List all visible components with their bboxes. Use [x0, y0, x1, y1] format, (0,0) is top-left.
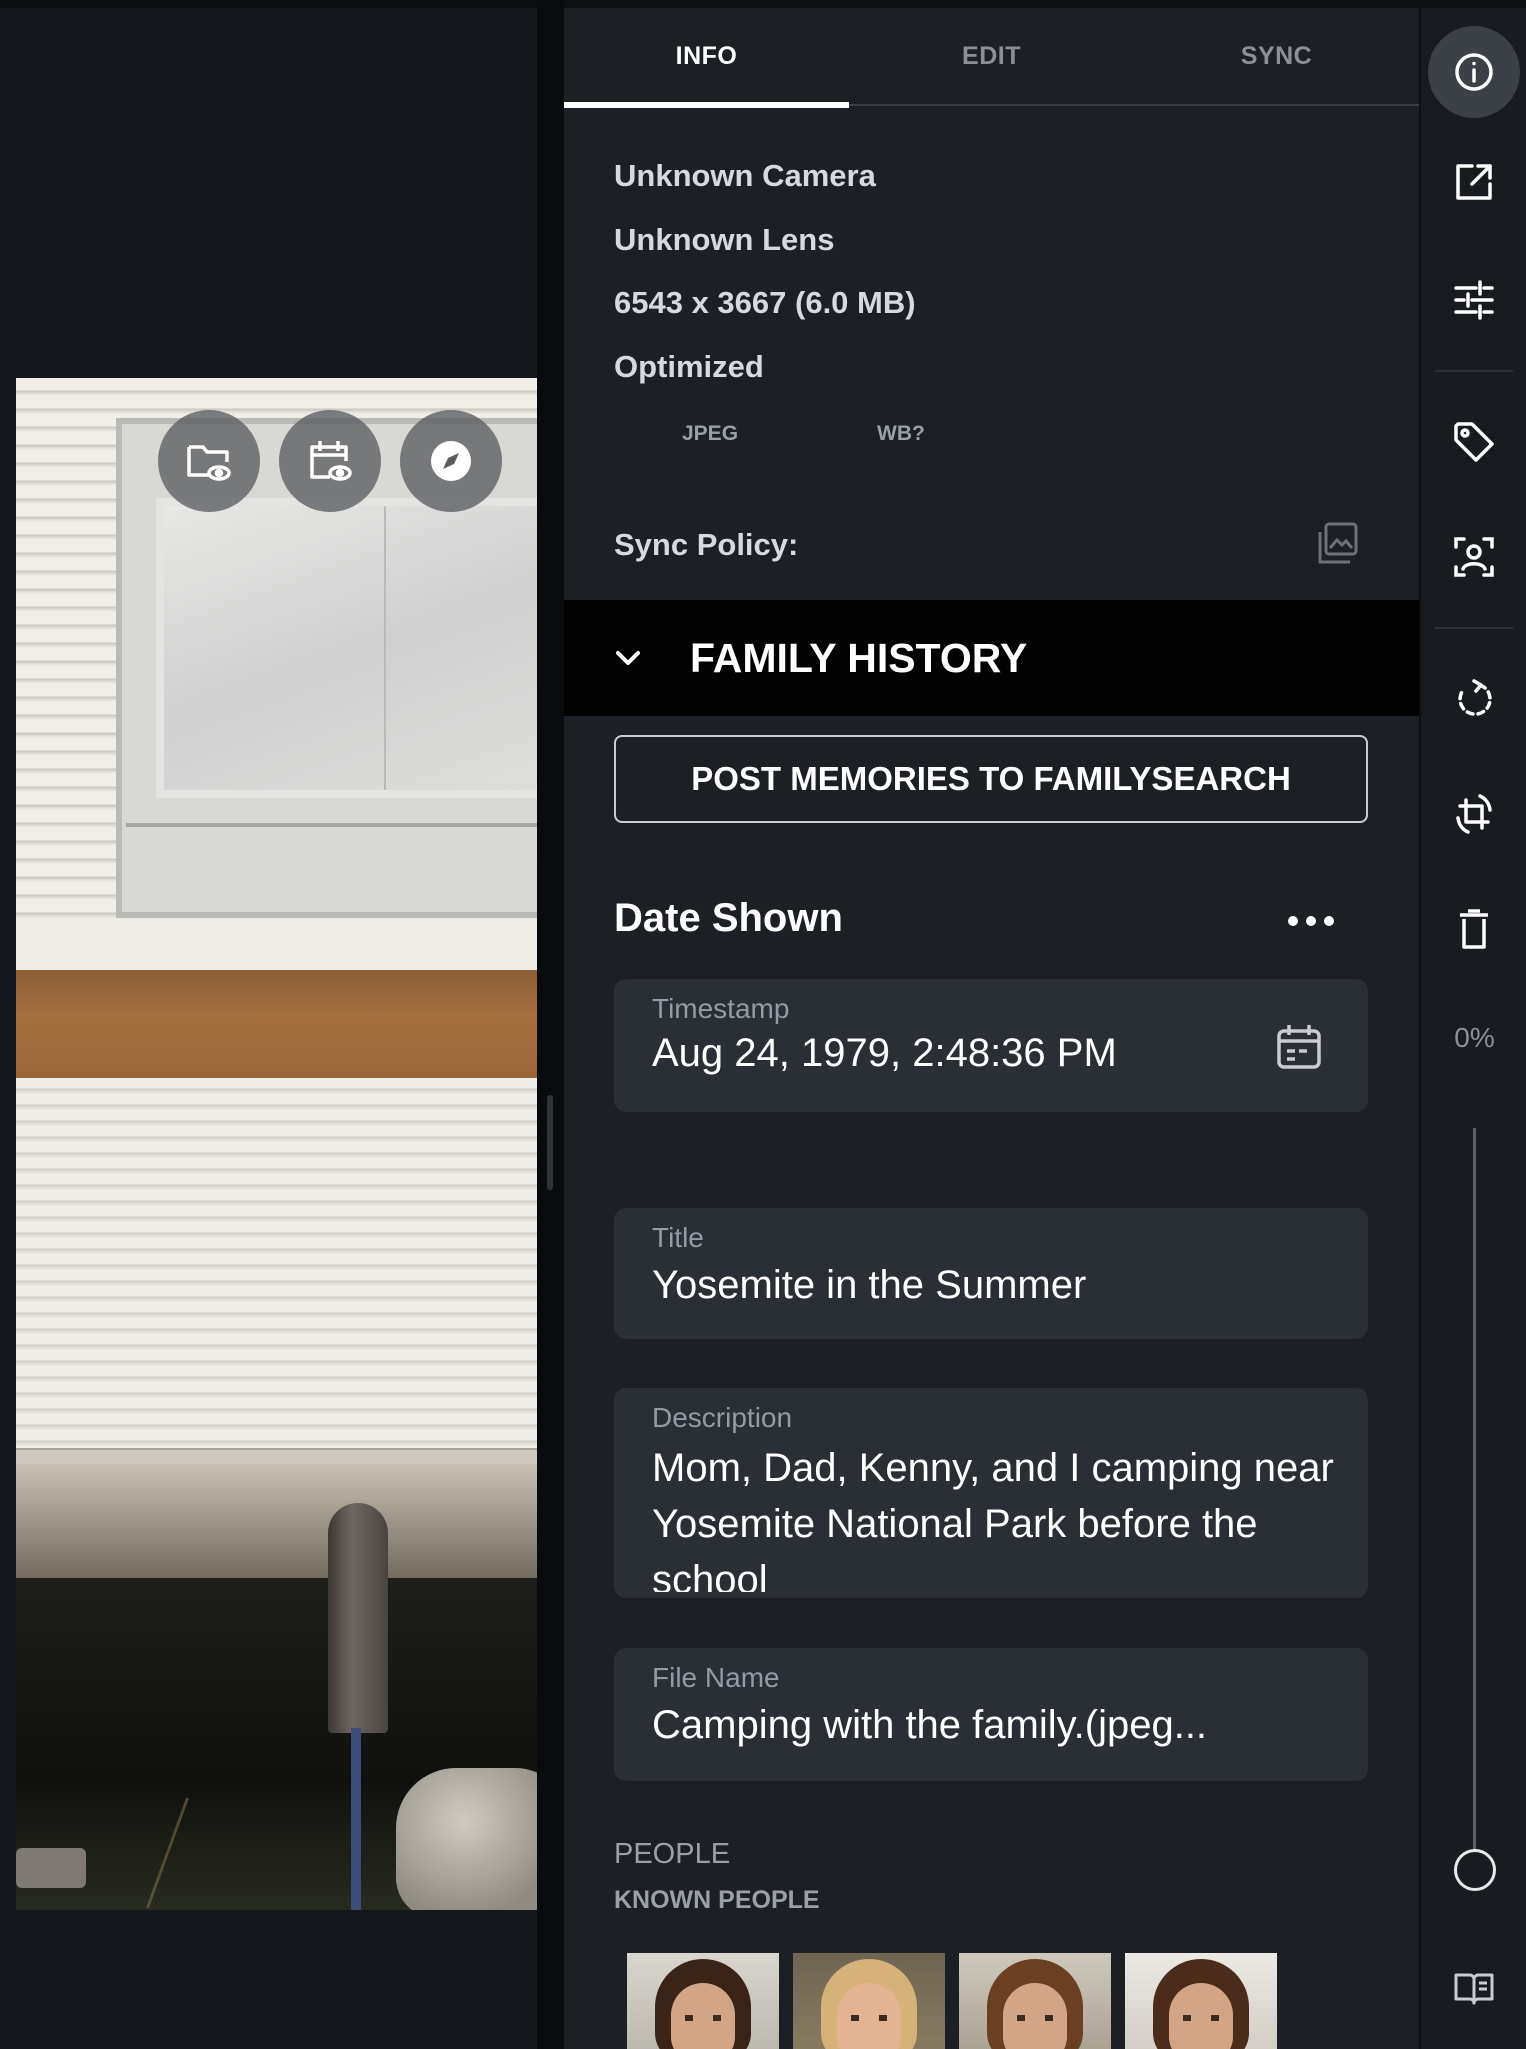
date-shown-heading: Date Shown: [614, 896, 843, 940]
photo-window-sill: [126, 823, 537, 863]
rail-top-edge: [1421, 0, 1526, 8]
info-icon: [1455, 53, 1493, 91]
file-name-value[interactable]: Camping with the family.(jpeg...: [652, 1697, 1338, 1753]
photo[interactable]: [16, 378, 537, 1910]
optimization-status: Optimized: [614, 349, 764, 384]
timestamp-field[interactable]: Timestamp Aug 24, 1979, 2:48:36 PM: [614, 979, 1368, 1112]
panel-tabs: INFO EDIT SYNC: [564, 8, 1419, 108]
tab-edit[interactable]: EDIT: [849, 8, 1134, 104]
person-thumbnail[interactable]: [793, 1953, 945, 2049]
thumbnail-eyes: [851, 2015, 887, 2021]
more-dot-icon: [1288, 916, 1298, 926]
info-button[interactable]: [1428, 26, 1520, 118]
white-balance-chip: WB?: [877, 422, 925, 445]
info-panel: INFO EDIT SYNC Unknown Camera Unknown Le…: [564, 0, 1419, 2049]
image-dimensions: 6543 x 3667 (6.0 MB): [614, 285, 916, 320]
open-external-icon: [1456, 164, 1492, 200]
photo-rock-small: [16, 1848, 86, 1888]
people-heading: PEOPLE: [614, 1838, 731, 1870]
delete-button[interactable]: [1432, 887, 1516, 971]
adjustments-button[interactable]: [1432, 258, 1516, 342]
zoom-level: 0%: [1454, 1022, 1495, 1053]
calendar-icon[interactable]: [1271, 1019, 1327, 1075]
thumbnail-eyes: [1017, 2015, 1053, 2021]
title-field[interactable]: Title Yosemite in the Summer: [614, 1208, 1368, 1339]
title-label: Title: [652, 1222, 704, 1253]
camera-model: Unknown Camera: [614, 158, 876, 193]
tab-sync[interactable]: SYNC: [1134, 8, 1419, 104]
folder-eye-icon: [187, 445, 231, 481]
description-label: Description: [652, 1402, 793, 1433]
description-value[interactable]: Mom, Dad, Kenny, and I camping near Yose…: [652, 1440, 1338, 1592]
book-icon: [1454, 1973, 1494, 2005]
post-memories-button[interactable]: POST MEMORIES TO FAMILYSEARCH: [614, 735, 1368, 823]
book-button[interactable]: [1432, 1945, 1516, 2029]
panel-splitter[interactable]: [537, 0, 564, 2049]
file-name-field[interactable]: File Name Camping with the family.(jpeg.…: [614, 1648, 1368, 1781]
title-value[interactable]: Yosemite in the Summer: [652, 1257, 1338, 1313]
photo-pole: [351, 1728, 361, 1910]
face-scan-icon: [1454, 537, 1494, 577]
splitter-grip[interactable]: [547, 1095, 553, 1190]
zoom-slider-thumb[interactable]: [1454, 1849, 1496, 1891]
compass-icon: [431, 441, 471, 481]
person-thumbnail[interactable]: [627, 1953, 779, 2049]
known-people-heading: KNOWN PEOPLE: [614, 1886, 820, 1914]
person-thumbnail[interactable]: [1125, 1953, 1277, 2049]
sync-policy-label: Sync Policy:: [614, 527, 799, 562]
thumbnail-eyes: [1183, 2015, 1219, 2021]
compass-button[interactable]: [400, 410, 502, 512]
description-field[interactable]: Description Mom, Dad, Kenny, and I campi…: [614, 1388, 1368, 1598]
face-scan-button[interactable]: [1432, 515, 1516, 599]
photo-lower-siding: [16, 1078, 537, 1458]
panel-top-edge: [564, 0, 1419, 8]
timestamp-label: Timestamp: [652, 993, 790, 1024]
rotate-icon: [1458, 679, 1492, 716]
photo-post: [328, 1503, 388, 1733]
tag-icon: [1454, 422, 1494, 462]
photo-rock: [396, 1768, 537, 1910]
more-dot-icon: [1324, 916, 1334, 926]
tool-rail: 0%: [1419, 0, 1526, 2049]
thumbnail-eyes: [685, 2015, 721, 2021]
photo-stripe-brown: [16, 970, 537, 1080]
crop-rotate-button[interactable]: [1432, 772, 1516, 856]
calendar-eye-icon: [310, 441, 352, 481]
chevron-down-icon: [616, 651, 640, 665]
open-external-button[interactable]: [1432, 140, 1516, 224]
timestamp-value[interactable]: Aug 24, 1979, 2:48:36 PM: [652, 1025, 1338, 1081]
calendar-eye-button[interactable]: [279, 410, 381, 512]
photo-viewer[interactable]: [0, 0, 537, 2049]
person-thumbnail[interactable]: [959, 1953, 1111, 2049]
rotate-button[interactable]: [1432, 657, 1516, 741]
more-options-button[interactable]: [1276, 896, 1346, 946]
adjustments-icon: [1454, 280, 1494, 320]
file-name-label: File Name: [652, 1662, 780, 1693]
zoom-slider-track[interactable]: [1473, 1128, 1476, 1870]
folder-eye-button[interactable]: [158, 410, 260, 512]
viewer-top-edge: [0, 0, 537, 8]
photo-trim: [16, 1448, 537, 1464]
more-dot-icon: [1306, 916, 1316, 926]
photo-window-pane: [156, 498, 537, 798]
trash-icon: [1460, 909, 1488, 949]
rail-divider: [1435, 370, 1513, 372]
tab-info[interactable]: INFO: [564, 8, 849, 108]
family-history-header[interactable]: FAMILY HISTORY: [564, 600, 1419, 716]
tag-button[interactable]: [1432, 400, 1516, 484]
photo-library-icon[interactable]: [1312, 518, 1362, 568]
rail-divider: [1435, 627, 1513, 629]
format-chip: JPEG: [682, 422, 739, 445]
lens-model: Unknown Lens: [614, 222, 835, 257]
crop-rotate-icon: [1456, 794, 1492, 834]
photo-skirt: [16, 1464, 537, 1584]
section-title: FAMILY HISTORY: [690, 634, 1028, 681]
